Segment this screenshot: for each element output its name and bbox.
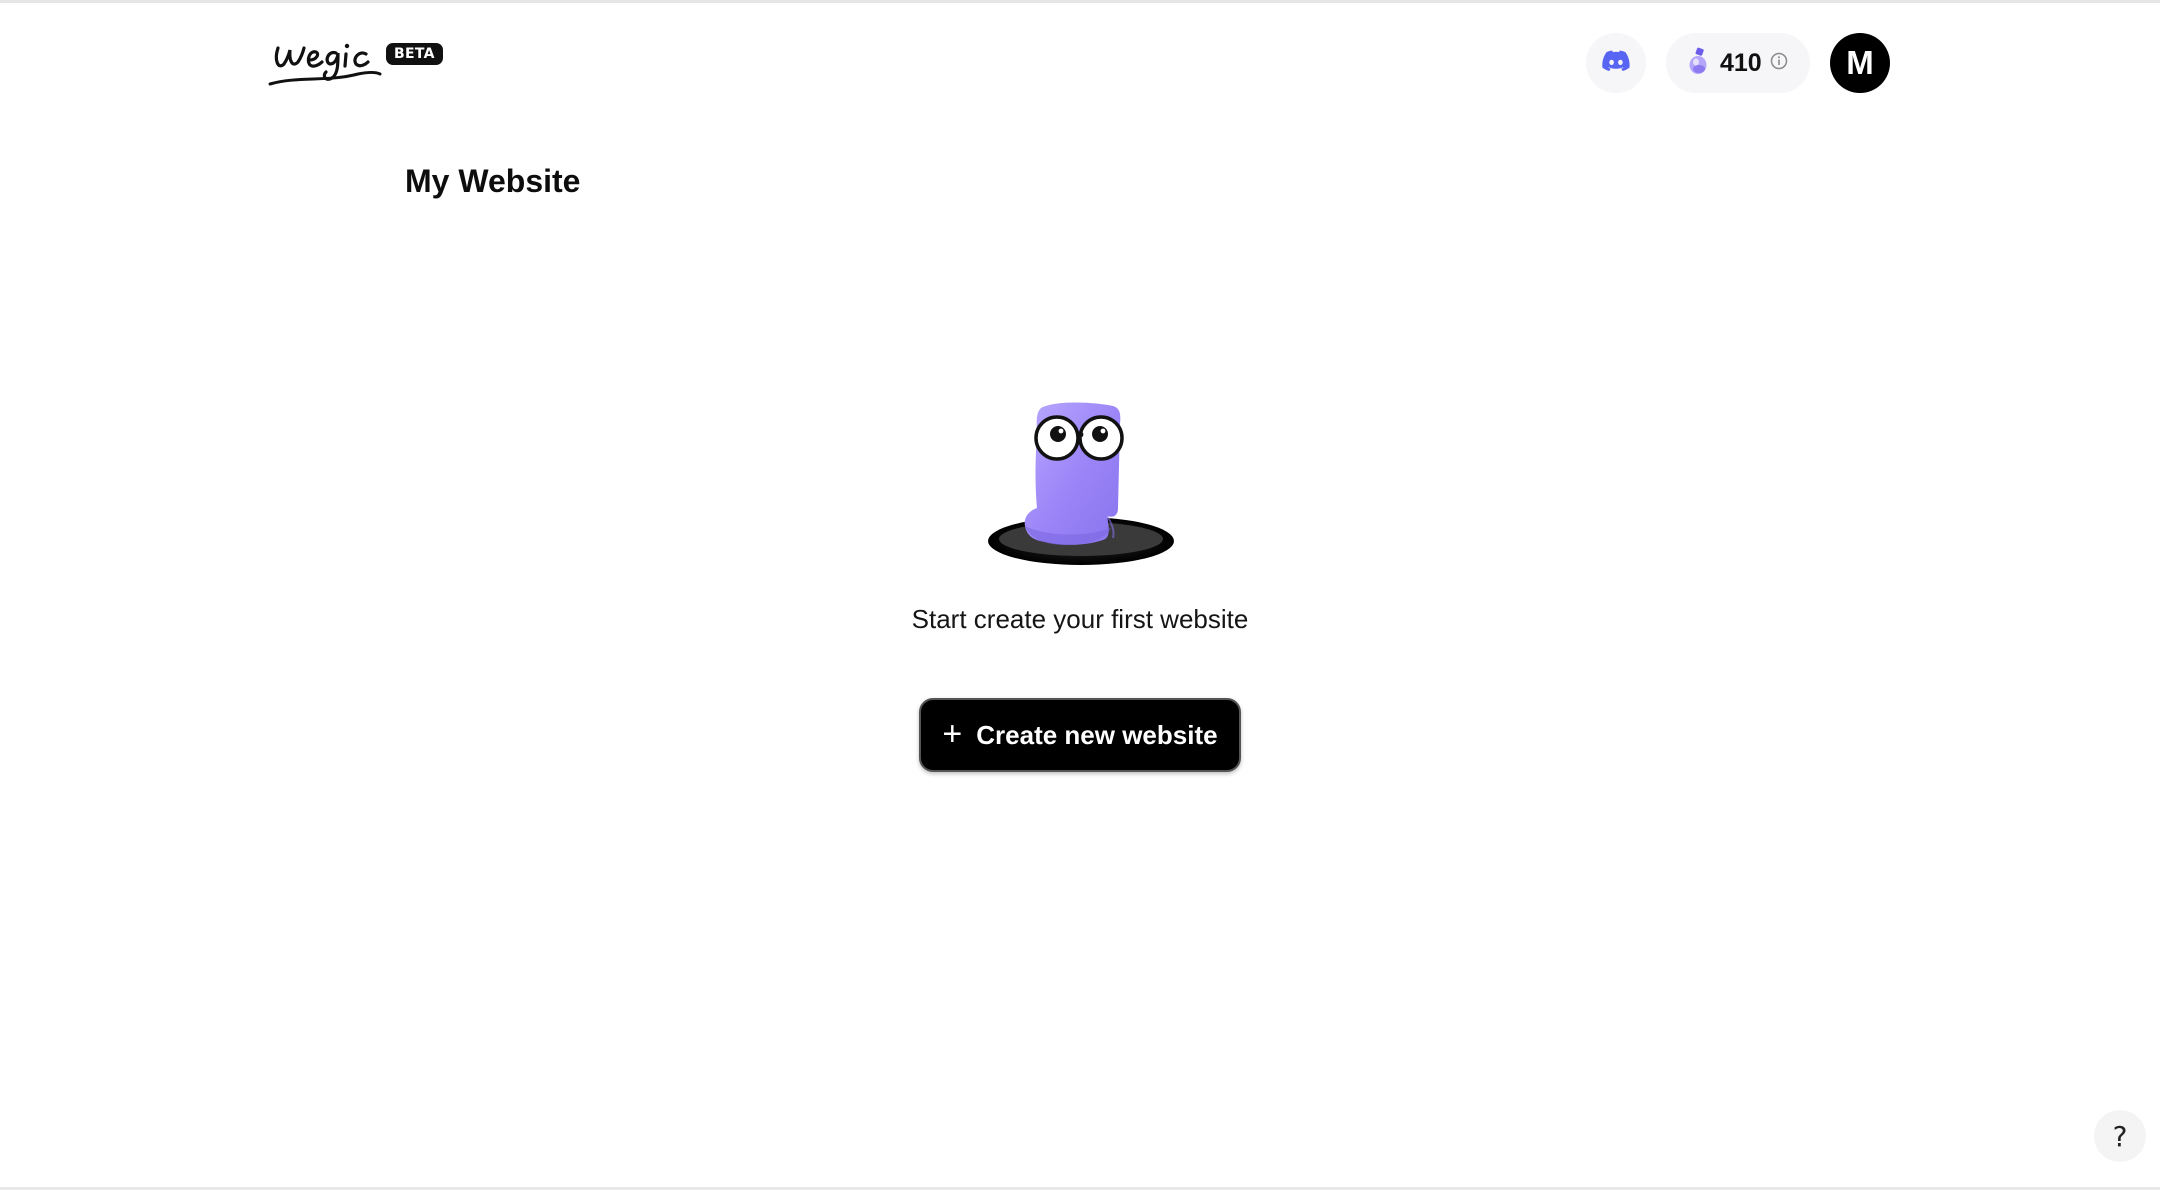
- top-border: [0, 0, 2160, 3]
- beta-badge: BETA: [386, 43, 443, 65]
- help-button[interactable]: ?: [2094, 1110, 2146, 1162]
- discord-button[interactable]: [1586, 33, 1646, 93]
- create-button-label: Create new website: [976, 719, 1218, 750]
- plus-icon: +: [942, 714, 963, 753]
- info-icon[interactable]: [1770, 52, 1788, 75]
- credits-pill[interactable]: 410: [1666, 33, 1810, 93]
- create-new-website-button[interactable]: + Create new website: [919, 698, 1241, 772]
- empty-state-message: Start create your first website: [911, 604, 1249, 634]
- credits-value: 410: [1720, 48, 1762, 77]
- page-title: My Website: [405, 163, 581, 199]
- discord-icon: [1602, 50, 1630, 77]
- potion-icon: [1686, 46, 1712, 81]
- user-avatar[interactable]: M: [1830, 33, 1890, 93]
- mascot-illustration: [985, 398, 1175, 570]
